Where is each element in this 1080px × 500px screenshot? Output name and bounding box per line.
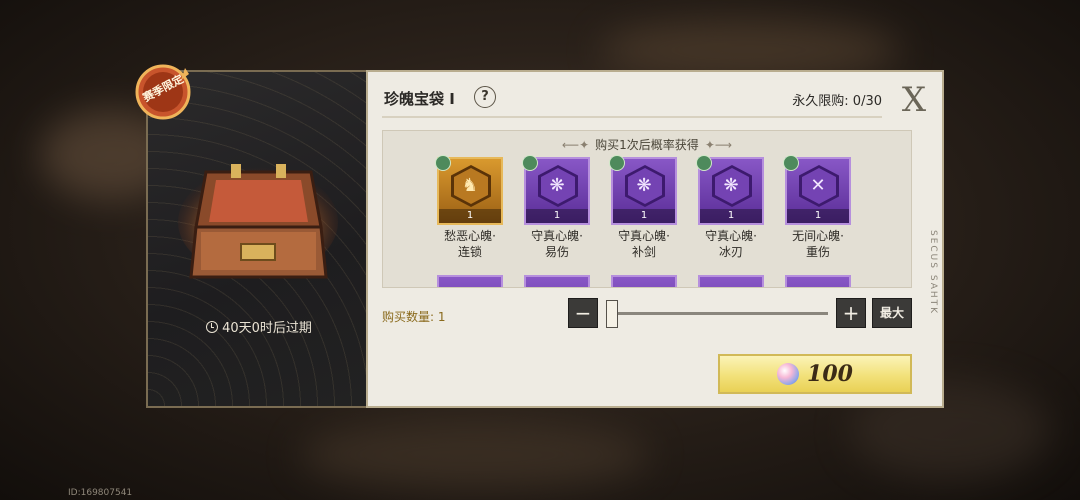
quantity-slider[interactable] bbox=[606, 312, 828, 315]
reward-tile: ❋ 1 bbox=[609, 155, 677, 225]
reward-item[interactable]: ❋ 1 守真心魄· 易伤 bbox=[522, 155, 590, 260]
reward-item[interactable]: ❋ 1 守真心魄· 冰刃 bbox=[696, 155, 764, 260]
reward-item-partial[interactable] bbox=[785, 275, 851, 287]
reward-item-partial[interactable] bbox=[437, 275, 503, 287]
tag-icon bbox=[435, 155, 451, 171]
item-glyph-icon: ✕ bbox=[810, 175, 826, 196]
item-name: 守真心魄· 易伤 bbox=[531, 229, 583, 259]
item-count: 1 bbox=[787, 209, 849, 223]
help-icon[interactable]: ? bbox=[474, 86, 496, 108]
treasure-chest-image bbox=[178, 164, 338, 279]
reward-item-partial[interactable] bbox=[698, 275, 764, 287]
gem-currency-icon bbox=[777, 363, 800, 385]
side-decoration-text: SECUS SAHTK bbox=[928, 230, 938, 316]
header-divider bbox=[382, 116, 882, 118]
quantity-plus-button[interactable]: + bbox=[836, 298, 866, 328]
expire-text: 40天0时后过期 bbox=[222, 321, 312, 336]
reward-tile: ❋ 1 bbox=[696, 155, 764, 225]
price-text: 100 bbox=[807, 361, 853, 387]
item-count: 1 bbox=[613, 209, 675, 223]
panel-header: 珍魄宝袋 I ? 永久限购: 0/30 X bbox=[368, 72, 942, 122]
tag-icon bbox=[696, 155, 712, 171]
tag-icon bbox=[522, 155, 538, 171]
item-name: 无间心魄· 重伤 bbox=[792, 229, 844, 259]
tag-icon bbox=[609, 155, 625, 171]
close-button[interactable]: X bbox=[894, 82, 934, 118]
clock-icon bbox=[206, 320, 219, 333]
item-name: 愁恶心魄· 连锁 bbox=[444, 229, 496, 259]
item-name: 守真心魄· 补剑 bbox=[618, 229, 670, 259]
quantity-minus-button[interactable]: − bbox=[568, 298, 598, 328]
reward-item[interactable]: ❋ 1 守真心魄· 补剑 bbox=[609, 155, 677, 260]
caption-right-ornament: ✦⟶ bbox=[704, 138, 733, 152]
reward-list[interactable]: ⟵✦ 购买1次后概率获得 ✦⟶ ♞ 1 愁恶心魄· 连锁 ❋ 1 守真心魄· 易伤 bbox=[382, 130, 912, 288]
purchase-panel: 珍魄宝袋 I ? 永久限购: 0/30 X ⟵✦ 购买1次后概率获得 ✦⟶ ♞ 1 … bbox=[366, 70, 944, 408]
reward-tile: ♞ 1 bbox=[435, 155, 503, 225]
item-name: 守真心魄· 冰刃 bbox=[705, 229, 757, 259]
tag-icon bbox=[783, 155, 799, 171]
item-count: 1 bbox=[439, 209, 501, 223]
reward-caption: ⟵✦ 购买1次后概率获得 ✦⟶ bbox=[561, 138, 733, 152]
reward-item-partial[interactable] bbox=[611, 275, 677, 287]
expire-timer: 40天0时后过期 bbox=[148, 317, 370, 336]
slider-handle[interactable] bbox=[606, 300, 618, 328]
reward-item[interactable]: ✕ 1 无间心魄· 重伤 bbox=[783, 155, 851, 260]
max-quantity-button[interactable]: 最大 bbox=[872, 298, 912, 328]
item-title: 珍魄宝袋 I bbox=[384, 90, 455, 108]
item-glyph-icon: ♞ bbox=[461, 175, 479, 196]
player-id: ID:169807541 bbox=[68, 488, 133, 498]
buy-button[interactable]: 100 bbox=[718, 354, 912, 394]
purchase-limit: 永久限购: 0/30 bbox=[792, 94, 882, 109]
item-glyph-icon: ❋ bbox=[723, 175, 739, 196]
item-glyph-icon: ❋ bbox=[636, 175, 652, 196]
quantity-label: 购买数量: 1 bbox=[382, 310, 446, 324]
reward-tile: ✕ 1 bbox=[783, 155, 851, 225]
item-glyph-icon: ❋ bbox=[549, 175, 565, 196]
reward-tile: ❋ 1 bbox=[522, 155, 590, 225]
reward-item[interactable]: ♞ 1 愁恶心魄· 连锁 bbox=[435, 155, 503, 260]
item-count: 1 bbox=[700, 209, 762, 223]
item-count: 1 bbox=[526, 209, 588, 223]
reward-item-partial[interactable] bbox=[524, 275, 590, 287]
caption-left-ornament: ⟵✦ bbox=[561, 138, 590, 152]
